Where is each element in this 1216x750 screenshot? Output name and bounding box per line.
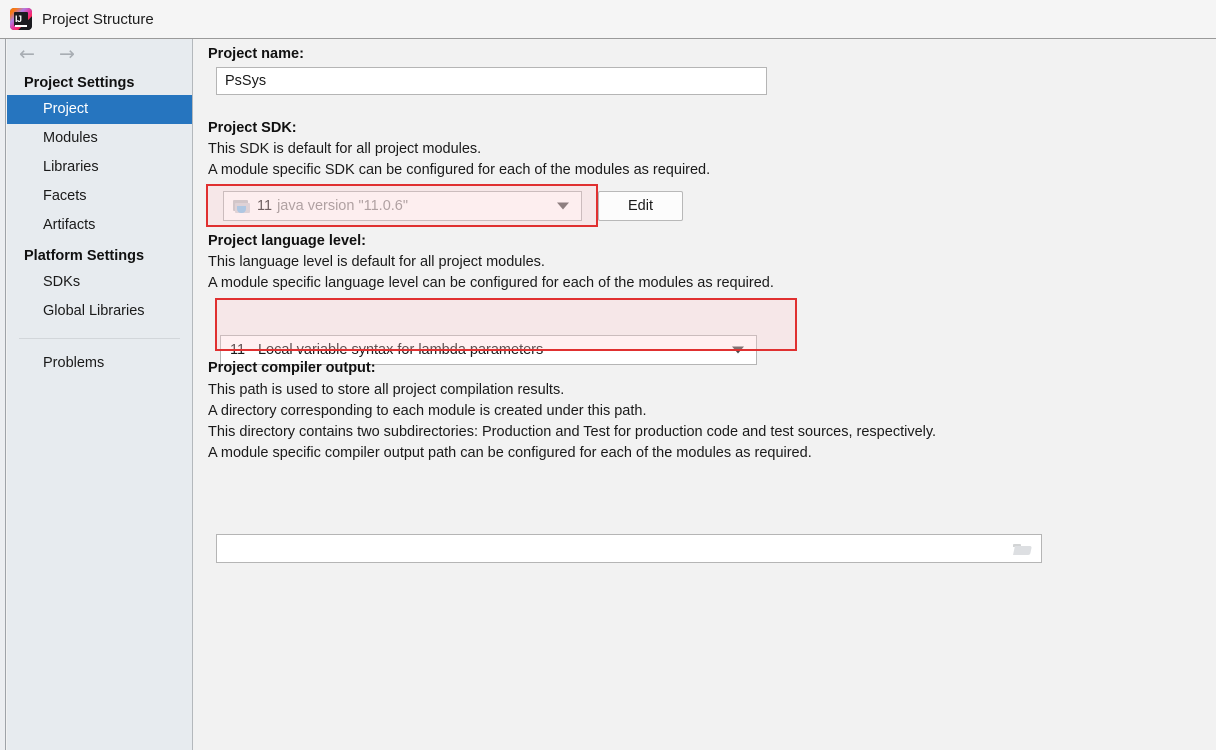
compiler-output-desc-1: This path is used to store all project c… [208,382,565,398]
project-name-input[interactable]: PsSys [216,67,767,95]
project-sdk-combobox[interactable]: 11 java version "11.0.6" [223,191,582,221]
sidebar-item-project[interactable]: Project [7,95,192,124]
arrow-left-icon[interactable]: ← [15,45,39,65]
project-sdk-detail: java version "11.0.6" [277,198,408,214]
language-level-desc-2: A module specific language level can be … [208,275,774,291]
compiler-output-path-input[interactable] [216,534,1042,563]
settings-sidebar: ← → Project Settings Project Modules Lib… [7,39,193,750]
sidebar-item-libraries[interactable]: Libraries [7,153,192,182]
edit-sdk-button-label: Edit [628,198,653,214]
sidebar-item-label: Libraries [43,159,99,175]
project-sdk-desc-2: A module specific SDK can be configured … [208,162,711,178]
compiler-output-label: Project compiler output: [208,360,376,376]
project-structure-dialog: IJ Project Structure ← → Project Setting… [0,0,1216,750]
sidebar-divider [19,338,180,339]
sidebar-item-label: Global Libraries [43,303,145,319]
title-bar: IJ Project Structure [0,0,1216,39]
project-sdk-label: Project SDK: [208,120,297,136]
compiler-output-desc-4: A module specific compiler output path c… [208,445,812,461]
sidebar-group-title-platform-settings: Platform Settings [24,248,145,264]
compiler-output-desc-2: A directory corresponding to each module… [208,403,647,419]
sidebar-item-label: Facets [43,188,87,204]
window-title: Project Structure [42,10,154,28]
project-settings-panel: Project name: PsSys Project SDK: This SD… [194,40,1216,750]
sidebar-item-artifacts[interactable]: Artifacts [7,211,192,240]
project-sdk-version: 11 [257,198,273,214]
sidebar-item-problems[interactable]: Problems [7,349,192,378]
project-name-value: PsSys [225,73,267,89]
sidebar-item-facets[interactable]: Facets [7,182,192,211]
compiler-output-desc-3: This directory contains two subdirectori… [208,424,937,440]
folder-browse-icon[interactable] [1013,542,1032,556]
edit-sdk-button[interactable]: Edit [598,191,683,221]
sidebar-item-modules[interactable]: Modules [7,124,192,153]
language-level-label: Project language level: [208,233,366,249]
sidebar-group-title-project-settings: Project Settings [24,75,135,91]
language-level-value: 11 - Local variable syntax for lambda pa… [230,342,544,358]
sidebar-item-label: Problems [43,355,105,371]
chevron-down-icon [557,202,569,210]
sidebar-item-label: Project [43,101,89,117]
project-name-label: Project name: [208,46,304,62]
sidebar-item-label: SDKs [43,274,81,290]
sidebar-item-global-libraries[interactable]: Global Libraries [7,297,192,326]
language-level-desc-1: This language level is default for all p… [208,254,545,270]
project-sdk-desc-1: This SDK is default for all project modu… [208,141,482,157]
arrow-right-icon[interactable]: → [55,45,79,65]
sidebar-item-sdks[interactable]: SDKs [7,268,192,297]
left-rail [0,39,6,750]
sidebar-item-label: Artifacts [43,217,96,233]
chevron-down-icon [732,346,744,354]
java-sdk-icon [233,199,250,214]
sidebar-nav-arrows: ← → [7,39,192,71]
sidebar-item-label: Modules [43,130,98,146]
intellij-idea-logo-icon: IJ [10,8,32,30]
